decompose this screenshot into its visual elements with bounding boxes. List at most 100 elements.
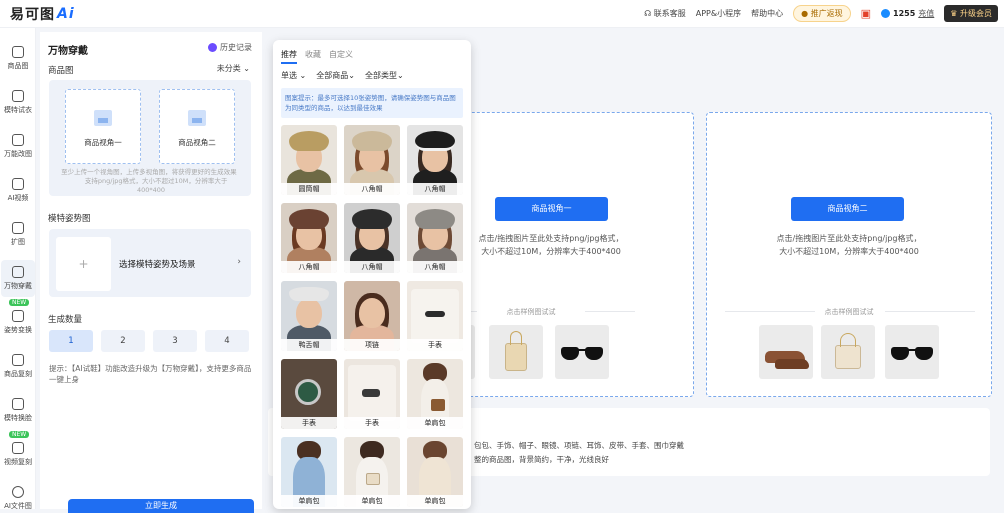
card-2-button[interactable]: 商品视角二 bbox=[791, 197, 904, 221]
note-line-2: 整的商品图，背景简约，干净，光线良好 bbox=[474, 455, 609, 464]
count-option-3[interactable]: 3 bbox=[153, 330, 197, 352]
product-image-icon bbox=[12, 46, 24, 58]
side-nav: 商品图 模特试衣 万能改图 AI视频 扩图 万物穿戴 NEW 姿势变换 商品复刻 … bbox=[0, 28, 36, 511]
logo-text: 易可图 bbox=[10, 6, 55, 23]
nav-label: 商品复刻 bbox=[4, 370, 32, 378]
settings-panel: 万物穿戴 历史记录 商品图 未分类 ⌄ 商品视角一 商品视角二 至少上传一个视角… bbox=[40, 32, 262, 513]
filter-product[interactable]: 全部商品⌄ bbox=[316, 70, 355, 81]
pose-item[interactable]: 八角帽 bbox=[407, 125, 463, 195]
upgrade-button[interactable]: ♛ 升级会员 bbox=[944, 5, 998, 22]
pose-item[interactable]: 八角帽 bbox=[407, 203, 463, 273]
tab-recommended[interactable]: 推荐 bbox=[281, 49, 297, 64]
category-select[interactable]: 未分类 ⌄ bbox=[217, 63, 250, 74]
promo-button[interactable]: ● 推广返现 bbox=[793, 5, 851, 22]
coin-count: 1255 bbox=[893, 9, 916, 18]
pose-icon bbox=[12, 310, 24, 322]
upload-view-2[interactable]: 商品视角二 bbox=[159, 89, 235, 164]
coin-icon bbox=[881, 9, 891, 18]
count-option-2[interactable]: 2 bbox=[101, 330, 145, 352]
sample-sunglasses[interactable] bbox=[885, 325, 939, 379]
nav-ai-video[interactable]: AI视频 bbox=[1, 178, 35, 203]
hanger-icon bbox=[12, 266, 24, 278]
logo-ai: Ai bbox=[57, 5, 75, 22]
tab-favorites[interactable]: 收藏 bbox=[305, 49, 321, 64]
try-label: 点击样例图试试 bbox=[824, 308, 874, 316]
nav-product-replicate[interactable]: 商品复刻 bbox=[1, 354, 35, 379]
upload-view-2-label: 商品视角二 bbox=[178, 138, 216, 147]
sample-bag[interactable] bbox=[821, 325, 875, 379]
logo[interactable]: 易可图 Ai bbox=[10, 4, 75, 24]
nav-label: 视频复刻 bbox=[4, 458, 32, 466]
popup-filters: 单选 ⌄ 全部商品⌄ 全部类型⌄ bbox=[281, 70, 404, 81]
pose-item-label: 八角帽 bbox=[281, 261, 337, 273]
history-button[interactable]: 历史记录 bbox=[208, 42, 252, 53]
pose-item[interactable]: 八角帽 bbox=[344, 125, 400, 195]
chevron-right-icon: › bbox=[237, 257, 241, 267]
nav-expand[interactable]: 扩图 bbox=[1, 222, 35, 247]
pose-label: 模特姿势图 bbox=[48, 214, 91, 224]
filter-mode[interactable]: 单选 ⌄ bbox=[281, 70, 306, 81]
promo-label: 推广返现 bbox=[810, 9, 843, 18]
tab-custom[interactable]: 自定义 bbox=[329, 49, 353, 64]
count-option-1[interactable]: 1 bbox=[49, 330, 93, 352]
pose-item-label: 单肩包 bbox=[407, 495, 463, 507]
try-label: 点击样例图试试 bbox=[506, 308, 556, 316]
shirt-icon bbox=[12, 90, 24, 102]
plus-icon: + bbox=[56, 237, 111, 291]
pose-item[interactable]: 鸭舌帽 bbox=[281, 281, 337, 351]
filter-type[interactable]: 全部类型⌄ bbox=[365, 70, 404, 81]
pose-item[interactable]: 手表 bbox=[344, 359, 400, 429]
upgrade-label: 升级会员 bbox=[960, 9, 992, 18]
history-icon bbox=[208, 43, 217, 52]
nav-model-tryon[interactable]: 模特试衣 bbox=[1, 90, 35, 115]
nav-product-image[interactable]: 商品图 bbox=[1, 46, 35, 71]
popup-tabs: 推荐 收藏 自定义 bbox=[281, 49, 353, 64]
replicate-icon bbox=[12, 354, 24, 366]
pose-item-label: 鸭舌帽 bbox=[281, 339, 337, 351]
new-badge: NEW bbox=[9, 431, 30, 438]
pose-item[interactable]: 项链 bbox=[344, 281, 400, 351]
upload-view-1[interactable]: 商品视角一 bbox=[65, 89, 141, 164]
coin-balance: 1255 充值 bbox=[881, 8, 934, 19]
nav-wear-anything[interactable]: 万物穿戴 bbox=[1, 260, 35, 297]
nav-face-swap[interactable]: 模特换脸 bbox=[1, 398, 35, 423]
generate-button[interactable]: 立即生成 bbox=[68, 499, 254, 513]
count-option-4[interactable]: 4 bbox=[205, 330, 249, 352]
pose-item[interactable]: 单肩包 bbox=[344, 437, 400, 507]
upload-hint: 至少上传一个视角图，上传多视角图，将获得更好的生成效果 支持png/jpg格式，… bbox=[61, 168, 241, 194]
pose-selector[interactable]: + 选择模特姿势及场景 › bbox=[49, 229, 251, 297]
card-2-desc: 点击/拖拽图片至此处支持png/jpg格式， 大小不超过10M，分辨率大于400*… bbox=[719, 232, 979, 258]
nav-label: AI视频 bbox=[7, 194, 29, 202]
pose-item[interactable]: 手表 bbox=[407, 281, 463, 351]
divider bbox=[585, 311, 635, 312]
nav-ai-file[interactable]: AI文件图 bbox=[1, 486, 35, 511]
sample-sunglasses[interactable] bbox=[555, 325, 609, 379]
pose-item[interactable]: 单肩包 bbox=[407, 437, 463, 507]
upload-view-1-label: 商品视角一 bbox=[84, 138, 122, 147]
new-badge: NEW bbox=[9, 299, 30, 306]
pose-item-label: 八角帽 bbox=[344, 261, 400, 273]
gift-icon[interactable]: ▣ bbox=[861, 7, 871, 20]
nav-label: 模特换脸 bbox=[4, 414, 32, 422]
pose-item[interactable]: 八角帽 bbox=[281, 203, 337, 273]
pose-item[interactable]: 手表 bbox=[281, 359, 337, 429]
product-card-2[interactable]: 商品视角二 点击/拖拽图片至此处支持png/jpg格式， 大小不超过10M，分辨率… bbox=[706, 112, 992, 397]
pose-item[interactable]: 单肩包 bbox=[281, 437, 337, 507]
nav-universal-edit[interactable]: 万能改图 bbox=[1, 134, 35, 159]
card-1-button[interactable]: 商品视角一 bbox=[495, 197, 608, 221]
history-label: 历史记录 bbox=[220, 43, 252, 52]
pose-item[interactable]: 单肩包 bbox=[407, 359, 463, 429]
pose-item[interactable]: 圆筒帽 bbox=[281, 125, 337, 195]
sample-bag[interactable] bbox=[489, 325, 543, 379]
recharge-link[interactable]: 充值 bbox=[918, 8, 934, 19]
panel-title: 万物穿戴 bbox=[48, 46, 88, 57]
pose-item-label: 单肩包 bbox=[344, 495, 400, 507]
ai-file-icon bbox=[12, 486, 24, 498]
pose-item[interactable]: 八角帽 bbox=[344, 203, 400, 273]
sample-sandals[interactable] bbox=[759, 325, 813, 379]
nav-video-replicate[interactable]: NEW 视频复刻 bbox=[1, 431, 35, 467]
help-link[interactable]: 帮助中心 bbox=[751, 8, 783, 19]
app-link[interactable]: APP&小程序 bbox=[696, 8, 741, 19]
nav-pose-change[interactable]: NEW 姿势变换 bbox=[1, 299, 35, 335]
service-link[interactable]: ☊ 联系客服 bbox=[644, 8, 686, 19]
